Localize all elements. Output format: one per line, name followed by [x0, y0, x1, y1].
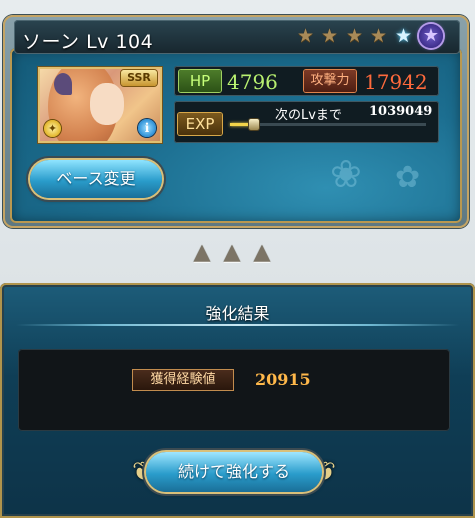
character-name-level: ソーン Lv 104 — [22, 31, 154, 53]
base-change-button[interactable]: ベース変更 — [30, 160, 162, 198]
exp-bar-fill — [230, 123, 250, 126]
decorative-swirl: ✿ — [395, 160, 421, 195]
decorative-swirl: ❀ — [330, 152, 362, 196]
result-box — [18, 349, 450, 431]
exp-gained-label: 獲得経験値 — [133, 370, 233, 390]
exp-bar-knob — [249, 119, 259, 130]
upgrade-arrow-icon: ▲ — [193, 240, 211, 265]
hp-label: HP — [179, 70, 221, 92]
star-icon: ★ — [320, 25, 339, 47]
portrait-horn — [54, 73, 72, 95]
star-blue-icon: ★ — [394, 25, 413, 47]
attack-value: 17942 — [364, 70, 428, 94]
star-icon: ★ — [296, 25, 315, 47]
exp-label: EXP — [178, 113, 222, 135]
element-light-icon: ✦ — [44, 120, 61, 137]
continue-upgrade-button[interactable]: 続けて強化する — [146, 452, 322, 492]
upgrade-arrow-icon: ▲ — [223, 240, 241, 265]
title-divider — [16, 324, 459, 326]
rarity-badge: SSR — [121, 70, 157, 86]
hp-value: 4796 — [227, 70, 278, 94]
result-title: 強化結果 — [205, 304, 270, 323]
star-icon: ★ — [345, 25, 364, 47]
star-icon: ★ — [369, 25, 388, 47]
exp-bar-track — [230, 123, 426, 126]
upgrade-arrow-icon: ▲ — [253, 240, 271, 265]
exp-gained-value: 20915 — [255, 370, 311, 389]
portrait-face — [90, 83, 124, 125]
info-icon[interactable]: i — [138, 119, 156, 137]
exp-next-value: 1039049 — [369, 104, 433, 119]
exp-next-label: 次のLvまで — [275, 108, 342, 123]
special-star-icon: ★ — [419, 24, 443, 48]
attack-label: 攻撃力 — [304, 70, 356, 92]
